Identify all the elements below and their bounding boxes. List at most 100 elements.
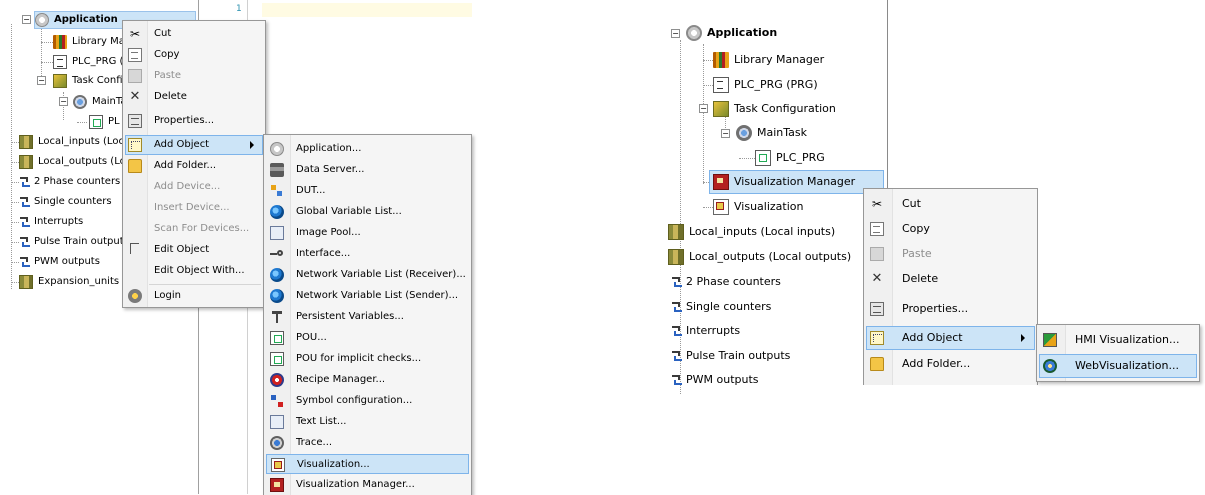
scissors-icon: ✂: [871, 197, 883, 211]
dut-icon: [270, 184, 284, 198]
tree-connector: [703, 85, 713, 86]
tree-item-plc-prg-call[interactable]: PLC_PRG: [755, 149, 825, 167]
tree-item-maintask[interactable]: MainTa: [73, 93, 126, 111]
menu-item-cut[interactable]: ✂ Cut: [866, 192, 1035, 216]
collapse-toggle[interactable]: −: [59, 97, 68, 106]
menu-item-delete[interactable]: ✕ Delete: [866, 267, 1035, 291]
submenu-item[interactable]: Global Variable List...: [266, 202, 469, 222]
tree-item-library-manager[interactable]: Library Manager: [713, 51, 824, 69]
library-icon: [53, 35, 67, 49]
collapse-toggle[interactable]: −: [699, 104, 708, 113]
menu-label: Properties...: [902, 302, 969, 315]
tree-item-interrupts[interactable]: Interrupts: [671, 322, 740, 340]
menu-item-paste[interactable]: Paste: [125, 66, 263, 86]
submenu-item[interactable]: DUT...: [266, 181, 469, 201]
submenu-item[interactable]: Visualization Manager...: [266, 475, 469, 495]
tree-item-single-counters[interactable]: Single counters: [19, 193, 112, 211]
menu-item-delete[interactable]: ✕ Delete: [125, 87, 263, 107]
menu-label: DUT...: [296, 185, 326, 196]
submenu-item[interactable]: Image Pool...: [266, 223, 469, 243]
submenu-item[interactable]: Data Server...: [266, 160, 469, 180]
tree-item-pwm-outputs[interactable]: PWM outputs: [19, 253, 100, 271]
tree-item-pulse-train-outputs[interactable]: Pulse Train outputs: [19, 233, 129, 251]
menu-item-edit-object-with[interactable]: Edit Object With...: [125, 261, 263, 281]
collapse-toggle[interactable]: −: [721, 129, 730, 138]
submenu-item[interactable]: Application...: [266, 139, 469, 159]
tree-label: Local_inputs (Local inputs): [689, 225, 836, 238]
submenu-item[interactable]: POU for implicit checks...: [266, 349, 469, 369]
tree-label: 2 Phase counters: [686, 275, 781, 288]
tree-item-local-inputs[interactable]: Local_inputs (Local: [19, 133, 133, 151]
tree-item-2-phase-counters[interactable]: 2 Phase counters: [671, 273, 781, 291]
tree-connector: [680, 40, 681, 394]
tree-label: Local_outputs (Local outputs): [689, 250, 852, 263]
tree-item-interrupts[interactable]: Interrupts: [19, 213, 83, 231]
tree-item-single-counters[interactable]: Single counters: [671, 298, 771, 316]
submenu-item[interactable]: Symbol configuration...: [266, 391, 469, 411]
tree-item-pwm-outputs[interactable]: PWM outputs: [671, 371, 759, 385]
tree-item-local-inputs[interactable]: Local_inputs (Local inputs): [668, 223, 835, 241]
menu-item-cut[interactable]: ✂ Cut: [125, 24, 263, 44]
submenu-item[interactable]: Network Variable List (Sender)...: [266, 286, 469, 306]
menu-item-add-object[interactable]: Add Object: [125, 135, 263, 155]
menu-item-insert-device[interactable]: Insert Device...: [125, 198, 263, 218]
delete-icon: ✕: [129, 89, 141, 104]
tree-item-2-phase-counters[interactable]: 2 Phase counters: [19, 173, 120, 191]
menu-item-add-folder[interactable]: Add Folder...: [866, 352, 1035, 376]
visualization-icon: [271, 458, 285, 472]
menu-item-login[interactable]: Login: [125, 286, 263, 306]
tree-connector: [11, 24, 12, 289]
collapse-toggle[interactable]: −: [37, 76, 46, 85]
menu-label: Network Variable List (Sender)...: [296, 290, 459, 301]
gear-icon: [270, 142, 284, 156]
tree-item-local-outputs[interactable]: Local_outputs (Loc: [19, 153, 131, 171]
pou-icon: [270, 331, 284, 345]
menu-item-scan-for-devices[interactable]: Scan For Devices...: [125, 219, 263, 239]
tree-item-visualization[interactable]: Visualization: [713, 198, 803, 216]
menu-item-copy[interactable]: Copy: [125, 45, 263, 65]
submenu-item-hmi-visualization[interactable]: HMI Visualization...: [1039, 328, 1197, 352]
tree-item-pulse-train-outputs[interactable]: Pulse Train outputs: [671, 347, 790, 365]
counter-icon: [19, 195, 30, 209]
delete-icon: ✕: [871, 271, 883, 286]
persistent-icon: [270, 310, 284, 324]
editor-current-line[interactable]: [262, 3, 472, 17]
menu-item-properties[interactable]: Properties...: [866, 297, 1035, 321]
collapse-toggle[interactable]: −: [671, 29, 680, 38]
tree-label: Expansion_units (E: [38, 276, 133, 287]
submenu-item[interactable]: Recipe Manager...: [266, 370, 469, 390]
collapse-toggle[interactable]: −: [22, 15, 31, 24]
right-splitter[interactable]: [887, 0, 888, 196]
submenu-item[interactable]: Visualization...: [266, 454, 469, 474]
tree-item-application[interactable]: Application: [686, 24, 777, 42]
submenu-item[interactable]: Network Variable List (Receiver)...: [266, 265, 469, 285]
interface-icon: [270, 247, 284, 261]
tree-item-maintask[interactable]: MainTask: [736, 124, 807, 142]
submenu-item[interactable]: Interface...: [266, 244, 469, 264]
menu-item-add-device[interactable]: Add Device...: [125, 177, 263, 197]
symbol-icon: [270, 394, 284, 408]
menu-item-copy[interactable]: Copy: [866, 217, 1035, 241]
submenu-item[interactable]: POU...: [266, 328, 469, 348]
tree-item-local-outputs[interactable]: Local_outputs (Local outputs): [668, 248, 851, 266]
menu-item-properties[interactable]: Properties...: [125, 111, 263, 131]
submenu-item[interactable]: Persistent Variables...: [266, 307, 469, 327]
menu-label: Edit Object: [154, 244, 210, 255]
tree-item-plc-prg[interactable]: PLC_PRG (PRG): [713, 76, 818, 94]
tree-item-plc-prg[interactable]: PLC_PRG (I: [53, 53, 126, 71]
tree-item-expansion-units[interactable]: Expansion_units (E: [19, 273, 132, 291]
menu-item-paste[interactable]: Paste: [866, 242, 1035, 266]
tree-item-visualization-manager[interactable]: Visualization Manager: [709, 170, 884, 194]
menu-item-add-object[interactable]: Add Object: [866, 326, 1035, 350]
tree-item-library-manager[interactable]: Library Mar: [53, 33, 129, 51]
submenu-item[interactable]: Trace...: [266, 433, 469, 453]
submenu-item[interactable]: Text List...: [266, 412, 469, 432]
tree-item-plc-prg-call[interactable]: PL: [89, 113, 120, 131]
menu-item-add-folder[interactable]: Add Folder...: [125, 156, 263, 176]
task-config-icon: [713, 101, 729, 117]
submenu-item-webvisualization[interactable]: WebVisualization...: [1039, 354, 1197, 378]
tree-item-task-configuration[interactable]: Task Configuration: [713, 100, 836, 118]
tree-item-task-configuration[interactable]: Task Config: [53, 72, 129, 90]
menu-item-edit-object[interactable]: Edit Object: [125, 240, 263, 260]
data-server-icon: [270, 163, 284, 177]
